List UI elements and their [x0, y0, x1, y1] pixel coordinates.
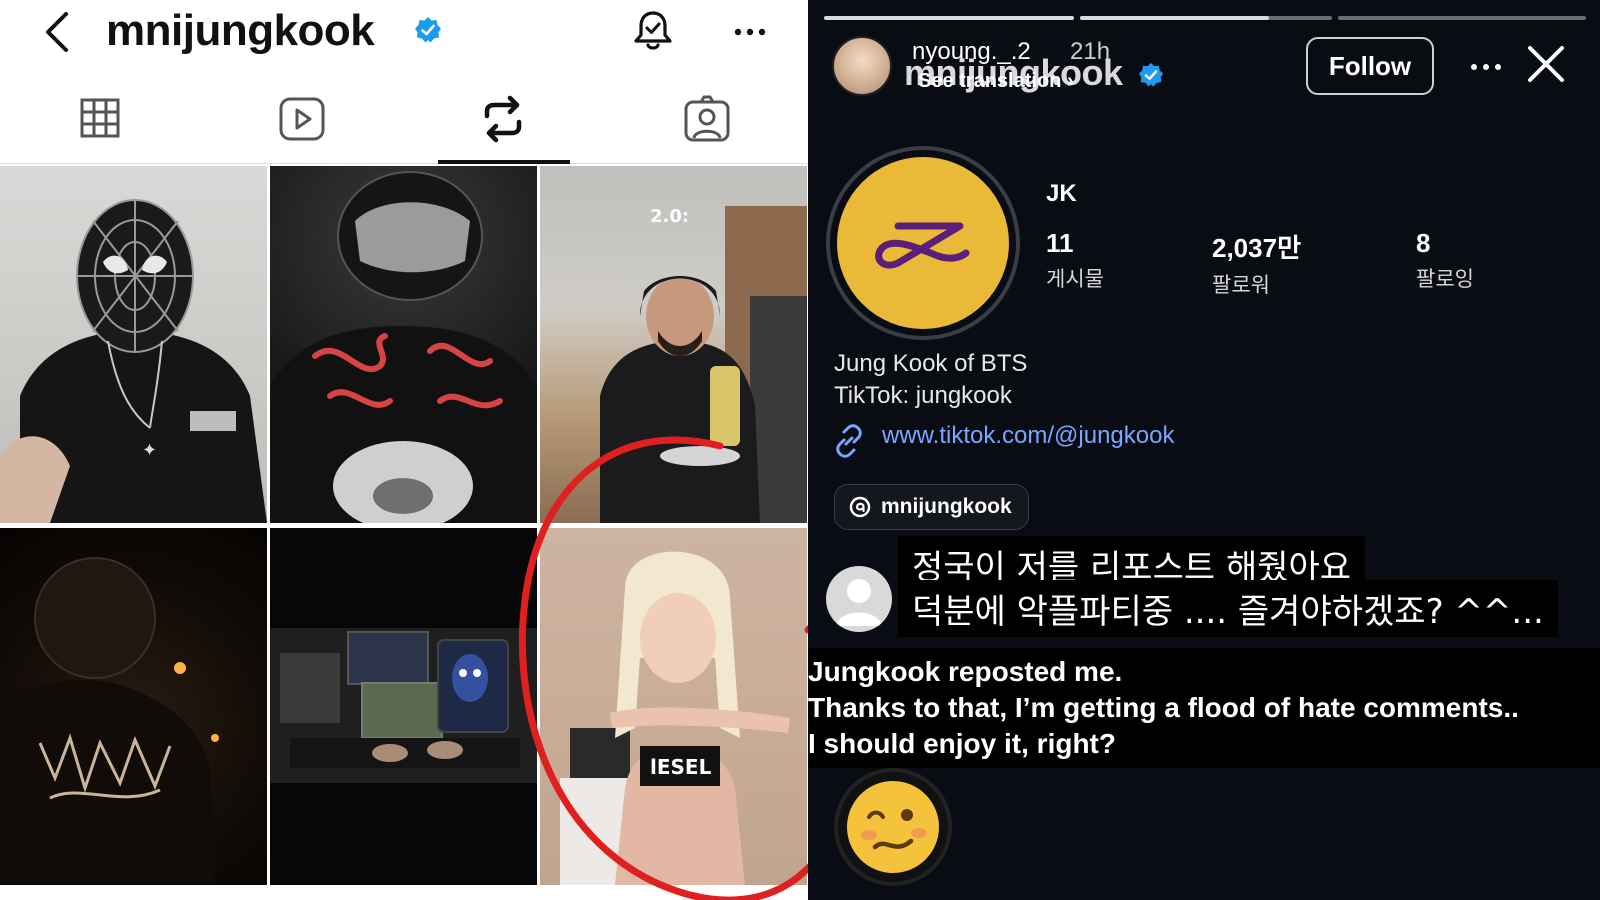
story-author-avatar[interactable] — [832, 36, 892, 96]
more-options-icon[interactable] — [1468, 52, 1504, 82]
story-panel: mnijungkook nyoung._.2 21h See translati… — [808, 0, 1600, 900]
thumbnail-image — [0, 557, 219, 885]
stat-label: 팔로잉 — [1416, 267, 1474, 291]
tagged-icon — [684, 95, 730, 142]
tab-reels[interactable] — [237, 88, 367, 164]
stat-label: 게시물 — [1046, 267, 1104, 291]
thumbnail-caption: 2.0: — [650, 206, 690, 227]
verified-badge-icon — [415, 17, 441, 43]
repost-thumbnail[interactable] — [0, 528, 267, 885]
verified-badge-icon — [1138, 62, 1164, 87]
story-progress-bar — [1338, 16, 1586, 20]
threads-handle: mnijungkook — [881, 495, 1012, 518]
see-translation-label: See translation — [918, 70, 1062, 92]
repost-thumbnail[interactable] — [270, 166, 537, 523]
repost-icon — [484, 95, 522, 143]
repost-thumbnail[interactable]: ✦ — [0, 166, 267, 523]
repost-thumbnail[interactable] — [270, 528, 537, 885]
avatar-logo-icon — [875, 222, 970, 269]
story-author-username[interactable]: nyoung._.2 — [912, 38, 1031, 66]
profile-header: mnijungkook — [0, 0, 808, 80]
stat-following[interactable]: 8 팔로잉 — [1416, 228, 1474, 293]
notification-bell-icon[interactable] — [630, 8, 676, 54]
bio-line: TikTok: jungkook — [834, 382, 1012, 409]
tab-tagged[interactable] — [642, 88, 772, 164]
active-tab-indicator — [438, 160, 570, 164]
english-caption-line: Jungkook reposted me. — [808, 656, 1123, 687]
thumbnail-image: ✦ — [0, 199, 267, 523]
bio-line: Jung Kook of BTS — [834, 350, 1028, 377]
repost-grid: ✦ 2.0: lESEL — [0, 166, 808, 900]
stat-value: 11 — [1046, 228, 1074, 258]
profile-tabs — [0, 88, 808, 164]
reels-icon — [279, 97, 325, 141]
profile-panel: mnijungkook ✦ 2.0: lESEL — [0, 0, 808, 900]
profile-username: mnijungkook — [106, 6, 375, 55]
svg-text:lESEL: lESEL — [650, 755, 712, 779]
english-caption-line: I should enjoy it, right? — [808, 728, 1116, 759]
svg-text:✦: ✦ — [142, 440, 157, 461]
korean-caption-line: 덕분에 악플파티중 .... 즐겨야하겠죠? ^^... — [898, 580, 1558, 637]
woozy-face-emoji-icon — [834, 768, 952, 886]
profile-display-name: JK — [1046, 180, 1077, 207]
close-icon[interactable] — [1526, 44, 1566, 84]
tab-reposts[interactable] — [438, 88, 568, 164]
follow-button[interactable]: Follow — [1306, 37, 1434, 95]
stat-value: 2,037만 — [1212, 233, 1301, 263]
story-progress-bar — [1080, 16, 1332, 20]
thumbnail-image — [270, 171, 537, 523]
repost-thumbnail-highlighted[interactable]: lESEL — [540, 528, 807, 885]
stat-followers[interactable]: 2,037만 팔로워 — [1212, 228, 1301, 299]
stat-posts[interactable]: 11 게시물 — [1046, 228, 1104, 293]
thumbnail-image — [270, 628, 537, 783]
back-arrow-icon[interactable] — [38, 8, 78, 56]
default-avatar-icon — [826, 566, 892, 632]
profile-avatar-image — [837, 157, 1009, 329]
grid-icon — [80, 98, 120, 138]
story-progress-fill — [1080, 16, 1269, 20]
story-timestamp: 21h — [1070, 38, 1111, 65]
see-translation-link[interactable]: See translation › — [918, 70, 1074, 93]
thumbnail-image: lESEL — [560, 551, 790, 885]
link-icon — [836, 424, 862, 458]
threads-badge[interactable]: mnijungkook — [834, 484, 1029, 530]
story-progress-bar — [824, 16, 1074, 20]
bio-link[interactable]: www.tiktok.com/@jungkook — [882, 422, 1174, 450]
repost-thumbnail[interactable]: 2.0: — [540, 166, 807, 523]
more-options-icon[interactable] — [730, 12, 770, 52]
threads-icon — [849, 496, 871, 518]
english-caption-line: Thanks to that, I’m getting a flood of h… — [808, 692, 1519, 723]
stat-value: 8 — [1416, 228, 1431, 258]
tab-grid[interactable] — [35, 88, 165, 164]
stat-label: 팔로워 — [1212, 273, 1270, 297]
profile-avatar[interactable] — [826, 146, 1020, 340]
